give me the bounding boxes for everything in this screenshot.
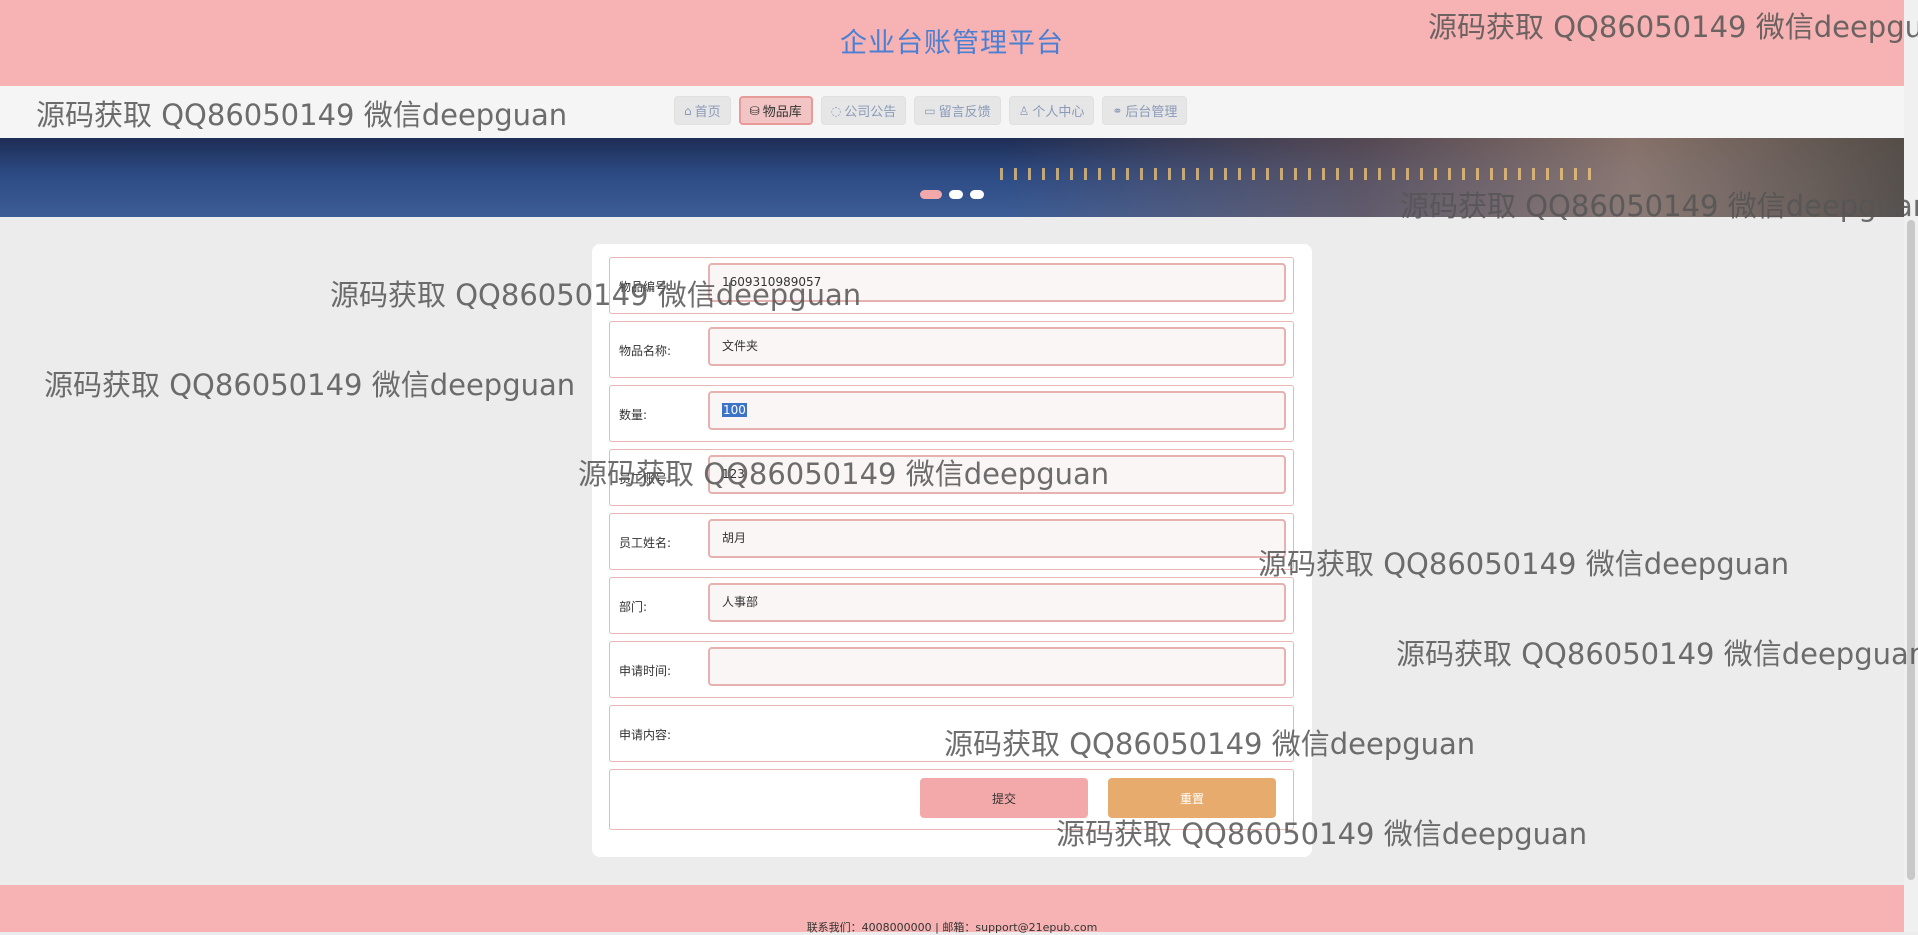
apply-time-input[interactable] — [708, 647, 1286, 686]
nav-item-label: 个人中心 — [1032, 105, 1085, 120]
database-icon: ⛁ — [749, 103, 760, 118]
field-label: 员工账号: — [619, 472, 672, 486]
footer-contact: 联系我们：4008000000 | 邮箱：support@21epub.com — [806, 921, 1098, 934]
nav-item-admin[interactable]: ⚭ 后台管理 — [1102, 96, 1188, 125]
item-name-input[interactable]: 文件夹 — [708, 327, 1286, 366]
form-row-quantity: 数量: 100 — [609, 385, 1294, 442]
form-actions: 提交 重置 — [609, 769, 1294, 830]
banner-lights — [1000, 168, 1600, 180]
field-label: 员工姓名: — [619, 536, 672, 550]
field-label: 申请时间: — [619, 664, 672, 678]
carousel-dot[interactable] — [970, 190, 984, 199]
nav-item-home[interactable]: ⌂ 首页 — [674, 96, 731, 125]
field-label: 物品编号: — [619, 280, 672, 294]
field-label: 数量: — [619, 408, 648, 422]
employee-account-input[interactable]: 123 — [708, 455, 1286, 494]
watermark: 源码获取 QQ86050149 微信deepguan — [44, 368, 576, 402]
user-icon: ♙ — [1018, 103, 1030, 118]
submit-button[interactable]: 提交 — [920, 778, 1088, 818]
navbar: ⌂ 首页 ⛁ 物品库 ◌ 公司公告 ▭ 留言反馈 ♙ 个人中心 ⚭ 后台管理 — [0, 86, 1904, 138]
home-icon: ⌂ — [684, 103, 692, 118]
form-row-item-name: 物品名称: 文件夹 — [609, 321, 1294, 378]
nav-item-label: 留言反馈 — [938, 105, 991, 120]
nav-item-label: 后台管理 — [1125, 105, 1178, 120]
watermark: 源码获取 QQ86050149 微信deepguan — [1258, 547, 1790, 581]
carousel-indicators — [920, 190, 984, 199]
selected-text: 100 — [722, 403, 747, 417]
form-row-employee-account: 员工账号: 123 — [609, 449, 1294, 506]
nav-item-label: 物品库 — [762, 105, 802, 120]
nav-item-profile[interactable]: ♙ 个人中心 — [1008, 96, 1095, 125]
form-row-apply-time: 申请时间: — [609, 641, 1294, 698]
nav-item-announcements[interactable]: ◌ 公司公告 — [820, 96, 907, 125]
form-row-item-code: 物品编号: 1609310989057 — [609, 257, 1294, 314]
nav-item-label: 公司公告 — [844, 105, 897, 120]
scrollbar[interactable] — [1904, 0, 1918, 932]
main-nav: ⌂ 首页 ⛁ 物品库 ◌ 公司公告 ▭ 留言反馈 ♙ 个人中心 ⚭ 后台管理 — [674, 96, 1188, 125]
field-label: 物品名称: — [619, 344, 672, 358]
chat-icon: ◌ — [830, 103, 842, 118]
employee-name-input[interactable]: 胡月 — [708, 519, 1286, 558]
form-row-employee-name: 员工姓名: 胡月 — [609, 513, 1294, 570]
department-input[interactable]: 人事部 — [708, 583, 1286, 622]
field-label: 申请内容: — [619, 728, 672, 742]
scrollbar-thumb[interactable] — [1907, 220, 1915, 880]
banner-carousel — [0, 138, 1904, 217]
header: 企业台账管理平台 — [0, 0, 1904, 86]
carousel-dot[interactable] — [920, 190, 942, 199]
nav-item-feedback[interactable]: ▭ 留言反馈 — [914, 96, 1001, 125]
link-icon: ⚭ — [1112, 103, 1123, 118]
application-form: 物品编号: 1609310989057 物品名称: 文件夹 数量: 100 员工… — [592, 244, 1312, 857]
watermark: 源码获取 QQ86050149 微信deepguan — [1396, 637, 1918, 671]
reset-button[interactable]: 重置 — [1108, 778, 1276, 818]
nav-item-items[interactable]: ⛁ 物品库 — [738, 96, 813, 125]
form-row-apply-content: 申请内容: — [609, 705, 1294, 762]
footer: 联系我们：4008000000 | 邮箱：support@21epub.com — [0, 885, 1904, 934]
nav-item-label: 首页 — [694, 105, 721, 120]
carousel-dot[interactable] — [949, 190, 963, 199]
quantity-input[interactable]: 100 — [708, 391, 1286, 430]
site-title: 企业台账管理平台 — [840, 27, 1064, 59]
field-label: 部门: — [619, 600, 648, 614]
edit-icon: ▭ — [924, 103, 936, 118]
item-code-input[interactable]: 1609310989057 — [708, 263, 1286, 302]
form-row-department: 部门: 人事部 — [609, 577, 1294, 634]
